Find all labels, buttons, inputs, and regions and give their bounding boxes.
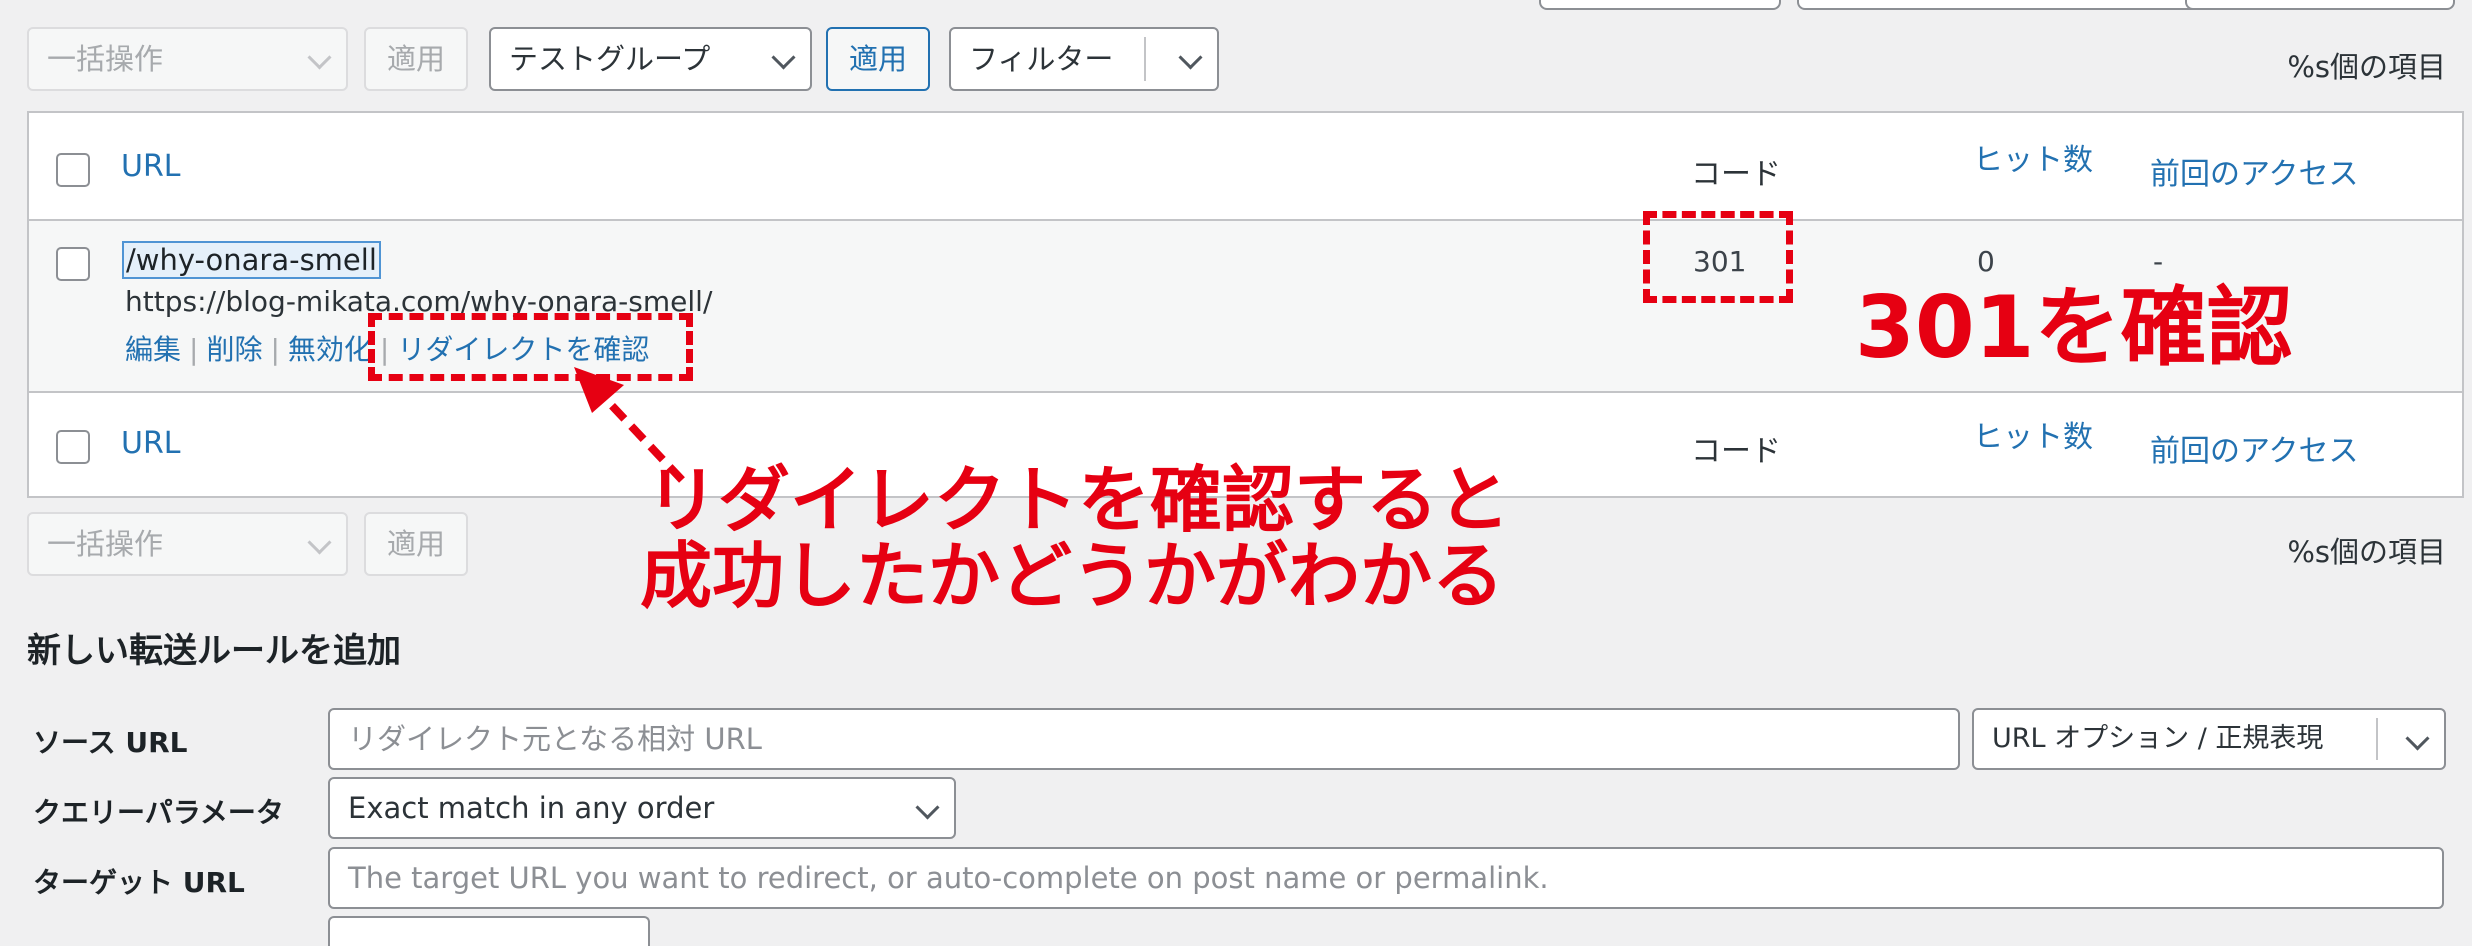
- chevron-down-icon: [307, 530, 332, 555]
- bulk-action-label: 一括操作: [47, 42, 164, 76]
- column-footer-last-access[interactable]: 前回のアクセス: [2150, 426, 2359, 470]
- apply-group-button[interactable]: 適用: [826, 27, 930, 91]
- form-title: 新しい転送ルールを追加: [27, 631, 401, 671]
- url-options-label: URL オプション / 正規表現: [1992, 723, 2324, 754]
- column-footer-url[interactable]: URL: [121, 426, 181, 461]
- bulk-action-label: 一括操作: [47, 527, 164, 561]
- filter-button[interactable]: フィルター: [949, 27, 1219, 91]
- column-footer-hits[interactable]: ヒット数: [1973, 412, 2093, 456]
- select-all-checkbox-top[interactable]: [56, 153, 90, 187]
- edit-link[interactable]: 編集: [125, 333, 181, 366]
- filter-label: フィルター: [969, 42, 1114, 76]
- chevron-down-icon: [2405, 726, 2430, 751]
- column-footer-code: コード: [1691, 434, 1781, 469]
- row-checkbox[interactable]: [56, 247, 90, 281]
- group-select-label: テストグループ: [509, 42, 711, 76]
- next-field-stub[interactable]: [328, 916, 650, 946]
- disable-link[interactable]: 無効化: [288, 333, 372, 366]
- annotation-explain-line1: リダイレクトを確認すると: [646, 458, 1511, 542]
- column-header-hits[interactable]: ヒット数: [1973, 135, 2093, 179]
- annotation-confirm-301: 301を確認: [1855, 278, 2293, 378]
- delete-link[interactable]: 削除: [206, 333, 262, 366]
- top-button-stub-2[interactable]: [1797, 0, 2235, 10]
- column-header-url[interactable]: URL: [121, 149, 181, 184]
- query-params-label: クエリーパラメータ: [33, 796, 284, 829]
- url-options-select[interactable]: URL オプション / 正規表現: [1972, 708, 2446, 770]
- target-url-input[interactable]: The target URL you want to redirect, or …: [328, 847, 2444, 909]
- bulk-action-select-top[interactable]: 一括操作: [27, 27, 348, 91]
- bulk-action-select-bottom[interactable]: 一括操作: [27, 512, 348, 576]
- url-options-divider: [2376, 718, 2378, 760]
- source-url-input[interactable]: リダイレクト元となる相対 URL: [328, 708, 1960, 770]
- query-params-select[interactable]: Exact match in any order: [328, 777, 956, 839]
- apply-button-bottom-disabled[interactable]: 適用: [364, 512, 468, 576]
- source-url-link[interactable]: /why-onara-smell: [122, 241, 381, 279]
- annotation-box-code: [1643, 211, 1793, 303]
- apply-button-top-disabled[interactable]: 適用: [364, 27, 468, 91]
- column-header-last-access[interactable]: 前回のアクセス: [2150, 149, 2359, 193]
- select-all-checkbox-bottom[interactable]: [56, 430, 90, 464]
- source-url-label: ソース URL: [33, 726, 188, 759]
- chevron-down-icon: [771, 45, 796, 70]
- item-count-bottom: %s個の項目: [2287, 535, 2446, 569]
- hits-cell: 0: [1977, 245, 1995, 278]
- last-access-cell: -: [2153, 245, 2164, 278]
- group-select[interactable]: テストグループ: [489, 27, 812, 91]
- item-count-top: %s個の項目: [2287, 50, 2446, 84]
- chevron-down-icon: [915, 795, 940, 820]
- chevron-down-icon: [1178, 45, 1203, 70]
- top-button-stub-3[interactable]: [2185, 0, 2455, 10]
- footer-divider: [29, 391, 2462, 393]
- column-header-code: コード: [1691, 157, 1781, 192]
- chevron-down-icon: [307, 45, 332, 70]
- filter-divider: [1144, 37, 1146, 81]
- query-params-value: Exact match in any order: [348, 791, 715, 825]
- annotation-explain-line2: 成功したかどうかがわかる: [640, 534, 1505, 618]
- target-url-label: ターゲット URL: [33, 866, 245, 899]
- top-button-stub-1[interactable]: [1539, 0, 1781, 10]
